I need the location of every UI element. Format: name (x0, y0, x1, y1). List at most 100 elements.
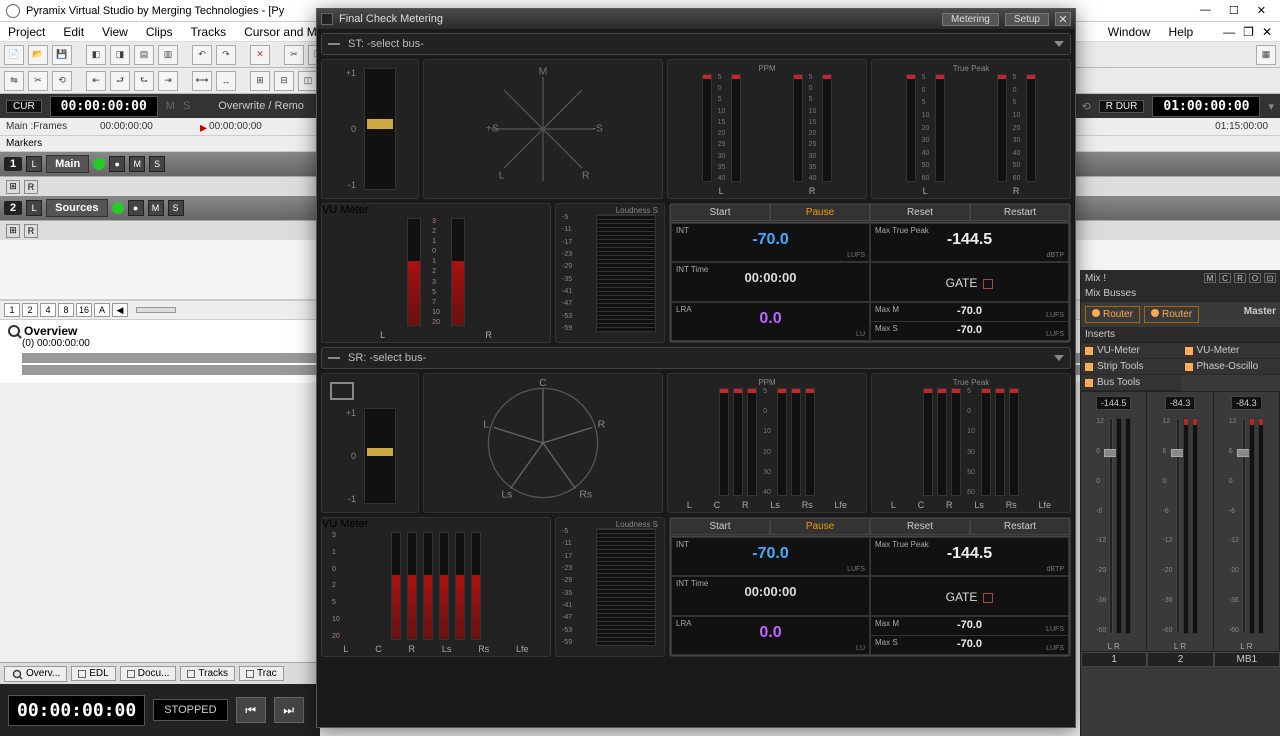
fader[interactable] (1176, 418, 1180, 634)
rdur-timecode[interactable]: 01:00:00:00 (1152, 96, 1260, 117)
save-icon[interactable]: 💾 (52, 45, 72, 65)
track-r[interactable]: R (24, 180, 38, 194)
tool-icon[interactable]: ⮑ (134, 71, 154, 91)
tool-icon[interactable]: ▤ (134, 45, 154, 65)
stats-start[interactable]: Start (670, 204, 770, 221)
metering-titlebar[interactable]: Final Check Metering Metering Setup ✕ (317, 9, 1075, 29)
tab-metering[interactable]: Metering (942, 13, 999, 26)
collapse-icon[interactable] (328, 43, 340, 45)
tool-icon[interactable]: ⟷ (192, 71, 212, 91)
mix-m[interactable]: M (1204, 273, 1216, 283)
stats-reset[interactable]: Reset (870, 204, 970, 221)
tool-icon[interactable]: ◨ (110, 45, 130, 65)
undo-icon[interactable]: ↶ (192, 45, 212, 65)
maximize-icon[interactable]: ☐ (1229, 4, 1239, 17)
tool-icon[interactable]: ⇋ (4, 71, 24, 91)
mix-o[interactable]: O (1249, 273, 1261, 283)
mute-button[interactable]: M (129, 156, 145, 172)
crop-icon[interactable] (330, 382, 354, 400)
tool-icon[interactable]: ⇥ (158, 71, 178, 91)
track-name[interactable]: Main (46, 155, 89, 173)
tool-icon[interactable]: ⮐ (110, 71, 130, 91)
stats-restart[interactable]: Restart (970, 204, 1070, 221)
insert-bus[interactable]: Bus Tools (1081, 375, 1181, 391)
zoom-1[interactable]: 1 (4, 303, 20, 317)
record-arm-icon[interactable] (93, 158, 105, 170)
forward-button[interactable]: ⏭ (274, 697, 304, 723)
tab-overview[interactable]: Overv... (4, 666, 67, 682)
tab-setup[interactable]: Setup (1005, 13, 1049, 26)
dropdown-icon[interactable]: ▾ (1268, 100, 1274, 113)
tool-icon[interactable]: ◫ (298, 71, 318, 91)
mix-channel-master[interactable]: -84.3 1260-6-12-20-36-60 L R (1214, 392, 1280, 651)
fader[interactable] (1109, 418, 1113, 634)
tool-icon[interactable]: ⊞ (250, 71, 270, 91)
tool-icon[interactable]: ⊟ (274, 71, 294, 91)
auto-icon[interactable]: ● (128, 200, 144, 216)
bus-select-sr[interactable]: SR: -select bus- (321, 347, 1071, 369)
menu-help[interactable]: Help (1168, 25, 1193, 39)
zoom-2[interactable]: 2 (22, 303, 38, 317)
mix-r[interactable]: R (1234, 273, 1246, 283)
solo-button[interactable]: S (168, 200, 184, 216)
mdi-minimize-icon[interactable]: — (1223, 25, 1235, 39)
router-2[interactable]: Router (1144, 306, 1199, 323)
new-icon[interactable]: 📄 (4, 45, 24, 65)
mix-channel-1[interactable]: -144.5 1260-6-12-20-36-60 L R (1081, 392, 1147, 651)
mdi-close-icon[interactable]: ✕ (1262, 25, 1272, 39)
track-l[interactable]: L (26, 156, 42, 172)
stats-restart[interactable]: Restart (970, 518, 1070, 535)
insert-phase[interactable]: Phase-Oscillo (1181, 359, 1280, 375)
tab-docu[interactable]: Docu... (120, 666, 177, 681)
close-icon[interactable]: ✕ (1257, 4, 1266, 17)
menu-cursor[interactable]: Cursor and M (244, 25, 317, 39)
transport-timecode[interactable]: 00:00:00:00 (8, 695, 145, 726)
rewind-button[interactable]: ⏮ (236, 697, 266, 723)
zoom-8[interactable]: 8 (58, 303, 74, 317)
zoom-prev[interactable]: ◀ (112, 303, 128, 317)
mix-menu-icon[interactable]: ⊡ (1264, 273, 1276, 283)
mix-channel-2[interactable]: -84.3 1260-6-12-20-36-60 L R (1147, 392, 1213, 651)
zoom-4[interactable]: 4 (40, 303, 56, 317)
stats-start[interactable]: Start (670, 518, 770, 535)
mix-c[interactable]: C (1219, 273, 1231, 283)
edit-mode[interactable]: Overwrite / Remo (218, 100, 304, 112)
expand-icon[interactable]: ⊞ (6, 224, 20, 238)
router-1[interactable]: Router (1085, 306, 1140, 323)
tab-trac[interactable]: Trac (239, 666, 284, 681)
zoom-a[interactable]: A (94, 303, 110, 317)
auto-icon[interactable]: ● (109, 156, 125, 172)
loop-icon[interactable]: ⟲ (1081, 100, 1090, 113)
bus-select-st[interactable]: ST: -select bus- (321, 33, 1071, 55)
menu-window[interactable]: Window (1108, 25, 1151, 39)
current-timecode[interactable]: 00:00:00:00 (50, 96, 158, 117)
solo-button[interactable]: S (149, 156, 165, 172)
insert-strip[interactable]: Strip Tools (1081, 359, 1181, 375)
stats-pause[interactable]: Pause (770, 518, 870, 535)
tool-icon[interactable]: ▥ (158, 45, 178, 65)
tool-icon[interactable]: ✂ (28, 71, 48, 91)
tool-icon[interactable]: ◧ (86, 45, 106, 65)
mute-button[interactable]: M (148, 200, 164, 216)
tab-tracks[interactable]: Tracks (180, 666, 235, 681)
menu-project[interactable]: Project (8, 25, 45, 39)
insert-vu-r[interactable]: VU-Meter (1181, 343, 1280, 359)
stats-reset[interactable]: Reset (870, 518, 970, 535)
cut-icon[interactable]: ✂ (284, 45, 304, 65)
zoom-slider[interactable] (136, 307, 176, 313)
meter-icon[interactable]: ▦ (1256, 45, 1276, 65)
minimize-icon[interactable]: — (1200, 4, 1211, 17)
fader[interactable] (1242, 418, 1246, 634)
insert-vu[interactable]: VU-Meter (1081, 343, 1181, 359)
tool-icon[interactable]: ⇤ (86, 71, 106, 91)
collapse-icon[interactable] (328, 357, 340, 359)
dropdown-icon[interactable] (1054, 41, 1064, 47)
mix-ch-num[interactable]: MB1 (1214, 652, 1280, 667)
stats-pause[interactable]: Pause (770, 204, 870, 221)
track-r[interactable]: R (24, 224, 38, 238)
open-icon[interactable]: 📂 (28, 45, 48, 65)
tool-icon[interactable]: ↔ (216, 71, 236, 91)
dropdown-icon[interactable] (1054, 355, 1064, 361)
tab-edl[interactable]: EDL (71, 666, 115, 681)
playhead-icon[interactable]: ▸ (200, 122, 207, 132)
